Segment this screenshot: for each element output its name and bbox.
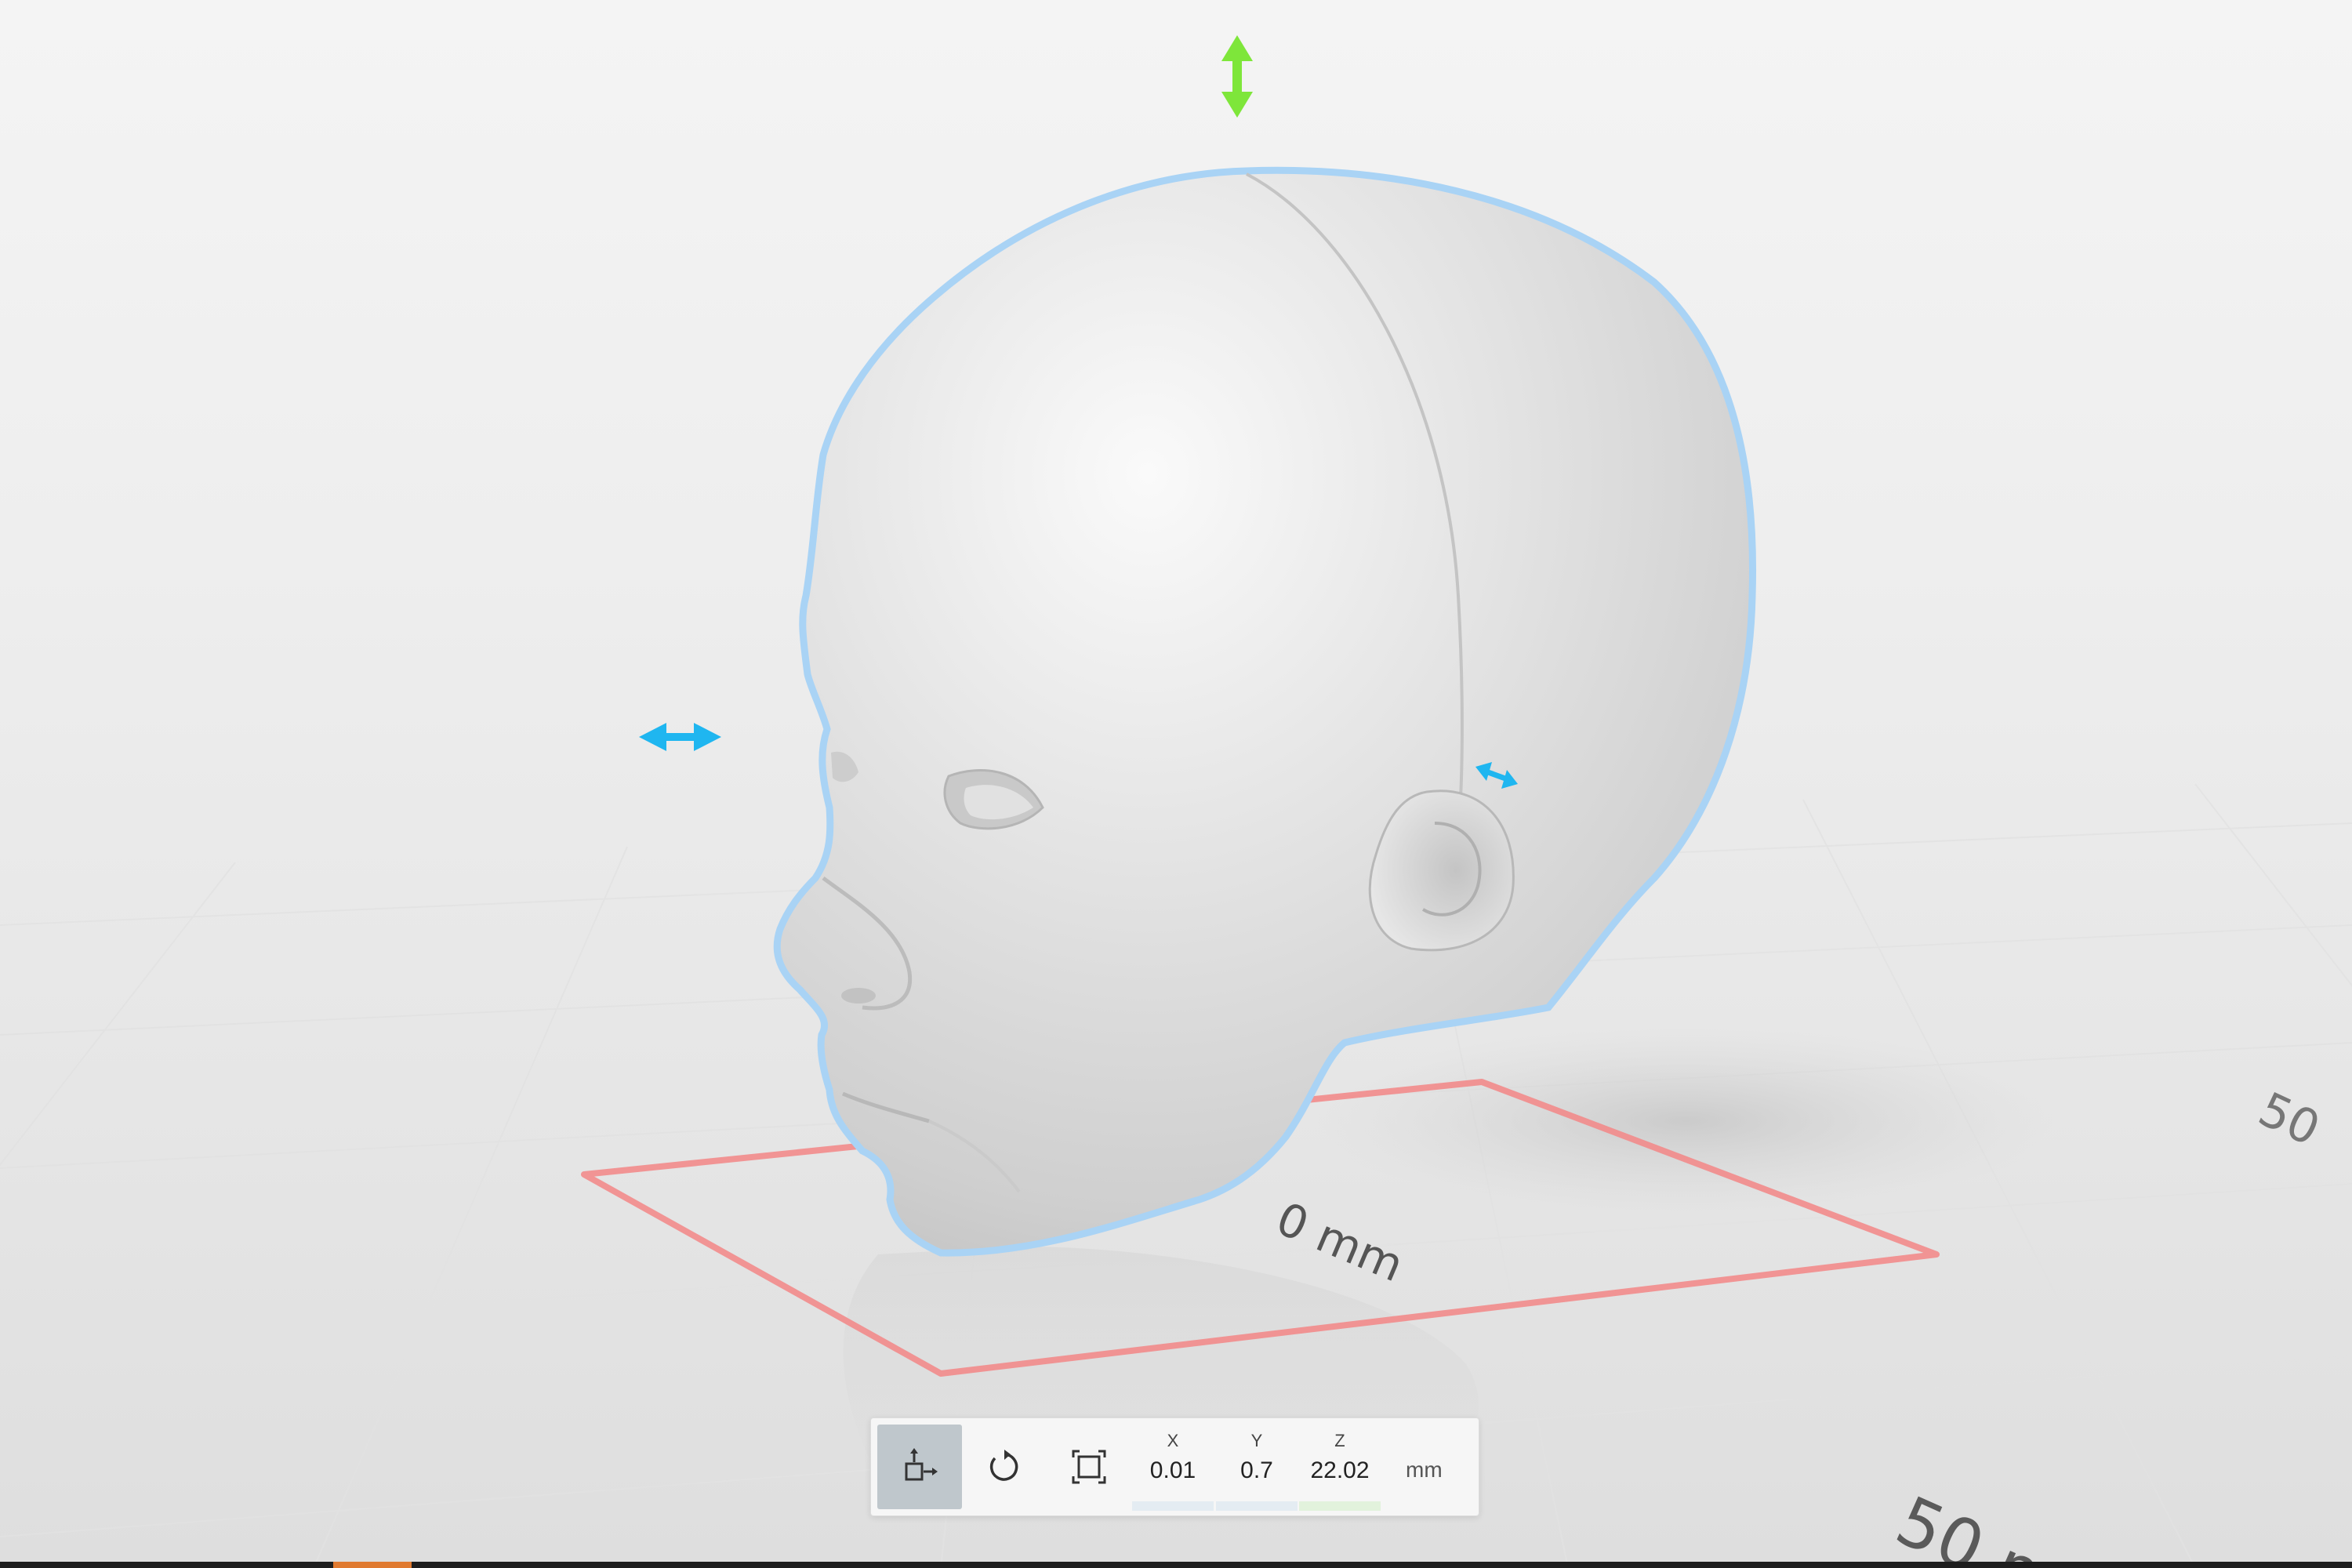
transform-toolbar: X 0.01 Y 0.7 Z 22.02 mm bbox=[870, 1417, 1479, 1516]
y-value[interactable]: 0.7 bbox=[1210, 1453, 1304, 1489]
rotate-tool-button[interactable] bbox=[962, 1425, 1047, 1509]
move-tool-button[interactable] bbox=[877, 1425, 962, 1509]
unit-label: mm bbox=[1406, 1457, 1443, 1482]
x-axis-label: X bbox=[1167, 1431, 1179, 1450]
scale-tool-button[interactable] bbox=[1047, 1425, 1131, 1509]
scene-canvas[interactable] bbox=[0, 0, 2352, 1568]
y-field-underline bbox=[1216, 1501, 1298, 1511]
3d-viewport[interactable]: 0 mm 50 m 50 X 0.01 Y 0.7 Z 22.02 mm bbox=[0, 0, 2352, 1568]
scale-icon bbox=[1072, 1450, 1106, 1484]
position-y-field[interactable]: Y 0.7 bbox=[1210, 1429, 1304, 1511]
rotate-icon bbox=[989, 1450, 1018, 1481]
height-handle[interactable] bbox=[1221, 35, 1253, 118]
position-x-field[interactable]: X 0.01 bbox=[1126, 1429, 1220, 1511]
bottom-accent-bar bbox=[333, 1562, 412, 1568]
y-axis-label: Y bbox=[1250, 1431, 1263, 1450]
move-icon bbox=[905, 1448, 938, 1481]
x-field-underline bbox=[1132, 1501, 1214, 1511]
z-value[interactable]: 22.02 bbox=[1293, 1453, 1387, 1489]
z-axis-label: Z bbox=[1334, 1431, 1345, 1450]
z-field-underline bbox=[1299, 1501, 1381, 1511]
model-shadow bbox=[1317, 1027, 2054, 1215]
position-z-field[interactable]: Z 22.02 bbox=[1293, 1429, 1387, 1511]
x-value[interactable]: 0.01 bbox=[1126, 1453, 1220, 1489]
width-handle-left[interactable] bbox=[639, 723, 721, 751]
nostril bbox=[841, 988, 876, 1004]
